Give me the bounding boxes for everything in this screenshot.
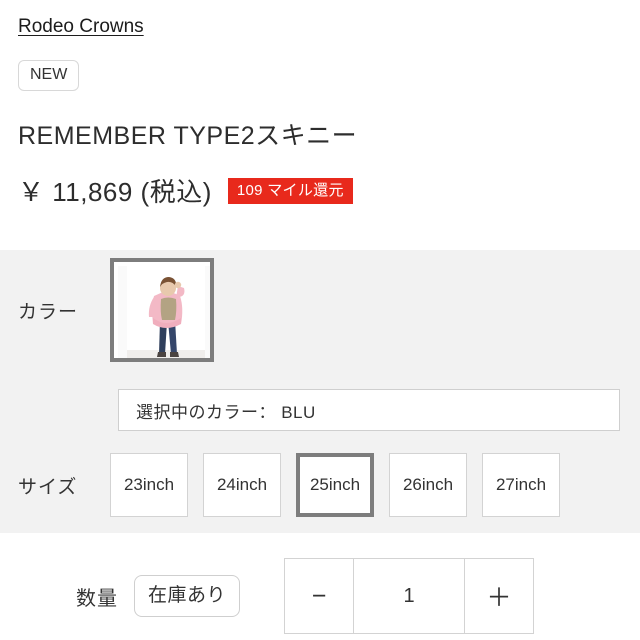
mile-reward-badge: 109 マイル還元	[227, 177, 353, 204]
color-swatch-blu[interactable]	[110, 258, 214, 362]
size-option-row: サイズ 23inch 24inch 25inch 26inch 27inch	[18, 453, 560, 517]
size-option-25inch[interactable]: 25inch	[296, 453, 374, 517]
size-label: サイズ	[18, 476, 78, 498]
size-option-23inch[interactable]: 23inch	[110, 453, 188, 517]
quantity-row: 数量 在庫あり − 1 ＋	[0, 558, 640, 634]
color-option-row: カラー	[18, 258, 214, 362]
quantity-increment-button[interactable]: ＋	[465, 559, 533, 633]
product-title: REMEMBER TYPE2スキニー	[18, 122, 358, 150]
brand-link[interactable]: Rodeo Crowns	[18, 16, 144, 38]
size-option-26inch[interactable]: 26inch	[389, 453, 467, 517]
quantity-stepper: − 1 ＋	[284, 558, 535, 634]
selected-color-field: 選択中のカラー： BLU	[118, 389, 620, 431]
quantity-label: 数量	[76, 587, 118, 610]
price-row: ￥ 11,869 (税込) 109 マイル還元	[0, 151, 640, 209]
quantity-decrement-button[interactable]: −	[285, 559, 353, 633]
model-photo-thumbnail-icon	[118, 266, 210, 358]
product-options-panel: カラー 選択中のカラー： BLU サイズ 23inch 24inch 25inc…	[0, 250, 640, 533]
new-badge: NEW	[18, 60, 80, 91]
new-badge-row: NEW	[0, 38, 640, 91]
stock-status-badge: 在庫あり	[134, 575, 241, 617]
quantity-value[interactable]: 1	[353, 559, 466, 633]
size-options: 23inch 24inch 25inch 26inch 27inch	[110, 453, 560, 517]
product-price: ￥ 11,869 (税込)	[18, 177, 212, 207]
color-label: カラー	[18, 301, 79, 323]
size-option-24inch[interactable]: 24inch	[203, 453, 281, 517]
size-option-27inch[interactable]: 27inch	[482, 453, 560, 517]
brand-row: Rodeo Crowns	[0, 0, 640, 38]
